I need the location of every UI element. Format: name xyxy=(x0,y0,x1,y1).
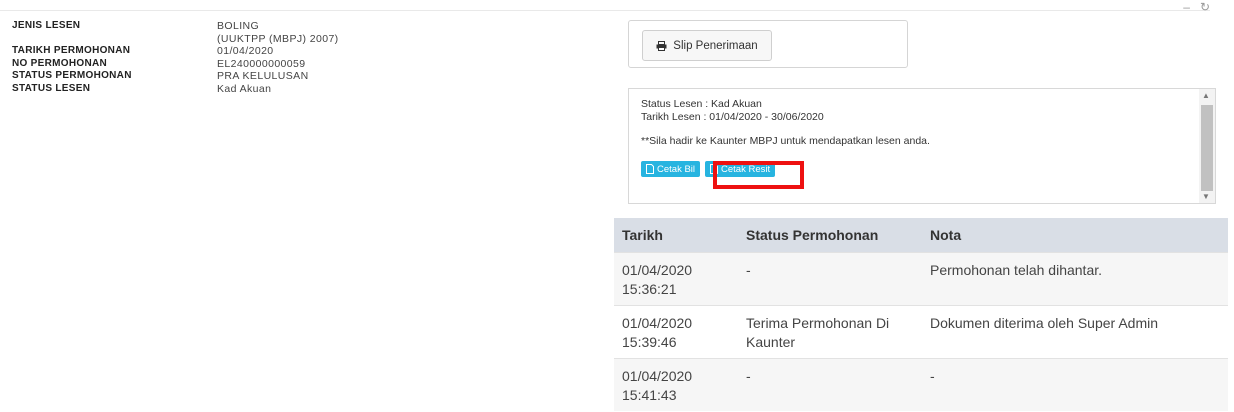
info-label: JENIS LESEN xyxy=(12,20,81,31)
table-cell: 01/04/2020 15:36:21 xyxy=(614,252,738,306)
table-cell: - xyxy=(922,358,1228,411)
top-divider xyxy=(0,10,1210,11)
info-value: EL240000000059 xyxy=(217,57,306,70)
info-label: STATUS PERMOHONAN xyxy=(12,70,132,81)
info-row: TARIKH PERMOHONAN 01/04/2020 xyxy=(12,45,339,58)
column-header: Nota xyxy=(922,218,1228,253)
tarikh-lesen-text: Tarikh Lesen : 01/04/2020 - 30/06/2020 xyxy=(641,110,824,123)
status-text: Status Lesen : Kad Akuan Tarikh Lesen : … xyxy=(641,98,930,148)
info-row: (UUKTPP (MBPJ) 2007) xyxy=(12,33,339,46)
scroll-up-icon[interactable]: ▲ xyxy=(1202,91,1210,100)
print-icon xyxy=(656,40,667,51)
info-label: TARIKH PERMOHONAN xyxy=(12,45,131,56)
status-lesen-text: Status Lesen : Kad Akuan xyxy=(641,98,762,110)
info-row: STATUS PERMOHONAN PRA KELULUSAN xyxy=(12,70,339,83)
info-row: JENIS LESEN BOLING xyxy=(12,20,339,33)
pdf-file-icon xyxy=(646,164,654,174)
column-header: Tarikh xyxy=(614,218,738,253)
slip-penerimaan-button[interactable]: Slip Penerimaan xyxy=(642,30,772,61)
table-cell: 01/04/2020 15:41:43 xyxy=(614,358,738,411)
scroll-down-icon[interactable]: ▼ xyxy=(1202,192,1210,201)
scrollbar[interactable]: ▲ ▼ xyxy=(1199,89,1215,203)
info-row: NO PERMOHONAN EL240000000059 xyxy=(12,58,339,71)
minimize-icon[interactable]: – xyxy=(1183,0,1200,14)
cetak-bil-label: Cetak Bil xyxy=(657,163,696,175)
refresh-icon[interactable]: ↻ xyxy=(1200,0,1220,14)
slip-panel: Slip Penerimaan xyxy=(628,20,908,68)
info-label xyxy=(12,33,217,46)
info-value: BOLING xyxy=(217,20,260,32)
table-cell: - xyxy=(738,252,922,306)
table-cell: Dokumen diterima oleh Super Admin xyxy=(922,305,1228,359)
table-cell: 01/04/2020 15:39:46 xyxy=(614,305,738,359)
info-label: NO PERMOHONAN xyxy=(12,57,108,69)
cetak-bil-button[interactable]: Cetak Bil xyxy=(641,161,701,177)
table-header-row: Tarikh Status Permohonan Nota xyxy=(614,218,1228,253)
info-row: STATUS LESEN Kad Akuan xyxy=(12,83,339,96)
table-cell: Permohonan telah dihantar. xyxy=(922,252,1228,306)
table-cell: Terima Permohonan Di Kaunter xyxy=(738,305,922,359)
slip-label: Slip Penerimaan xyxy=(673,39,758,52)
table-row: 01/04/2020 15:39:46 Terima Permohonan Di K… xyxy=(614,305,1228,359)
scroll-thumb[interactable] xyxy=(1201,105,1213,191)
table-row: 01/04/2020 15:36:21 - Permohonan telah di… xyxy=(614,252,1228,306)
history-table: Tarikh Status Permohonan Nota 01/04/2020… xyxy=(614,218,1228,411)
info-value: (UUKTPP (MBPJ) 2007) xyxy=(217,32,339,45)
counter-note: **Sila hadir ke Kaunter MBPJ untuk menda… xyxy=(641,135,930,147)
info-value: 01/04/2020 xyxy=(217,45,274,57)
column-header: Status Permohonan xyxy=(738,218,922,253)
table-row: 01/04/2020 15:41:43 - - xyxy=(614,358,1228,411)
window-controls: –↻ xyxy=(1183,0,1220,14)
license-info: JENIS LESEN BOLING (UUKTPP (MBPJ) 2007) … xyxy=(12,20,339,95)
info-value: PRA KELULUSAN xyxy=(217,70,309,82)
table-cell: - xyxy=(738,358,922,411)
info-value: Kad Akuan xyxy=(217,82,272,95)
info-label: STATUS LESEN xyxy=(12,82,91,94)
highlight-box xyxy=(713,161,804,189)
